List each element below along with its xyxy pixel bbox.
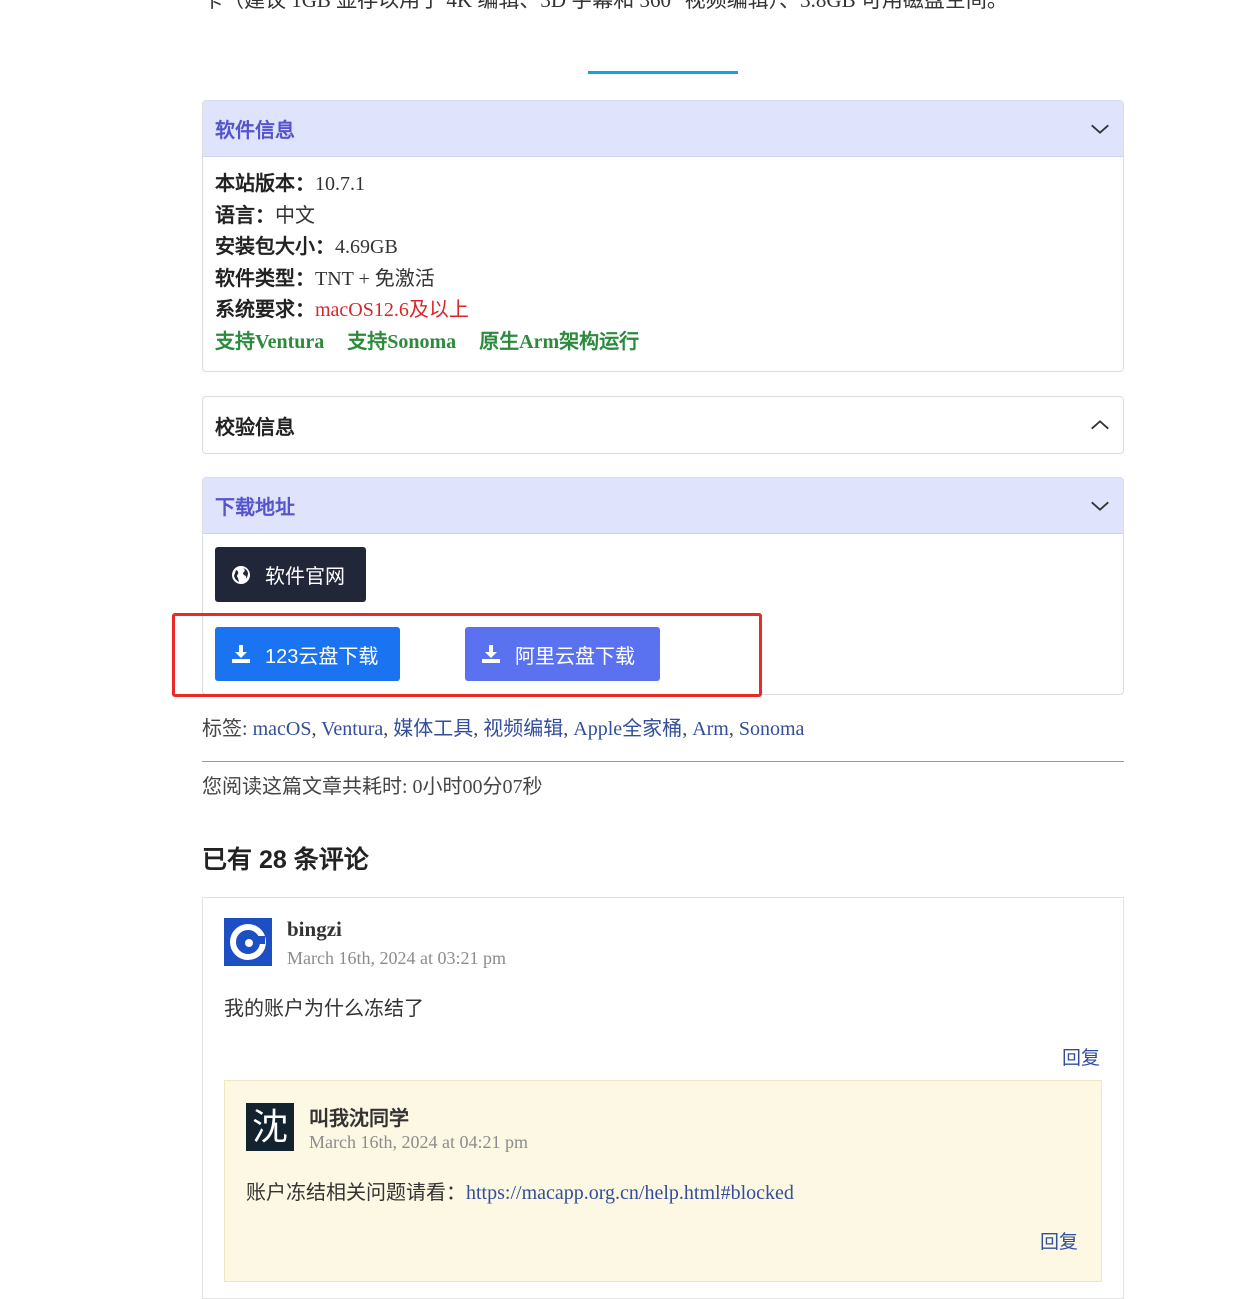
comments-title: 已有 28 条评论	[202, 846, 369, 874]
software-info-header[interactable]: 软件信息	[203, 101, 1123, 157]
globe-icon	[232, 565, 250, 584]
comment-text: 我的账户为什么冻结了	[224, 998, 424, 1020]
section-divider	[588, 71, 738, 74]
tag-link[interactable]: 视频编辑	[483, 718, 563, 740]
official-site-button[interactable]: 软件官网	[215, 547, 366, 602]
features-row: 支持Ventura 支持Sonoma 原生Arm架构运行	[215, 327, 1111, 359]
requirement-row: 系统要求：macOS12.6及以上	[215, 299, 469, 321]
size-row: 安装包大小：4.69GB	[215, 236, 398, 258]
comment-date: March 16th, 2024 at 04:21 pm	[309, 1132, 528, 1152]
type-row: 软件类型：TNT + 免激活	[215, 267, 435, 290]
tag-link[interactable]: Arm	[692, 718, 729, 740]
checksum-header[interactable]: 校验信息	[203, 397, 1123, 453]
tag-link[interactable]: Sonoma	[739, 718, 805, 740]
feature-arm: 原生Arm架构运行	[479, 330, 640, 353]
feature-sonoma: 支持Sonoma	[347, 330, 457, 353]
software-info-title: 软件信息	[215, 120, 295, 142]
tag-link[interactable]: Ventura	[321, 718, 383, 740]
tag-link[interactable]: Apple全家桶	[573, 718, 682, 740]
download-title: 下载地址	[215, 497, 295, 519]
language-row: 语言：中文	[215, 204, 315, 227]
chevron-down-icon	[1091, 124, 1109, 134]
avatar[interactable]	[224, 918, 272, 966]
comment-text: 账户冻结相关问题请看：https://macapp.org.cn/help.ht…	[246, 1182, 794, 1204]
intro-text: 卡（建议 1GB 显存以用于 4K 编辑、3D 字幕和 360° 视频编辑）、3…	[202, 0, 1008, 12]
reply-link[interactable]: 回复	[1040, 1227, 1078, 1254]
tag-link[interactable]: 媒体工具	[393, 718, 473, 740]
help-link[interactable]: https://macapp.org.cn/help.html#blocked	[466, 1182, 794, 1204]
download-header[interactable]: 下载地址	[203, 478, 1123, 534]
comment-author[interactable]: 叫我沈同学	[309, 1102, 409, 1131]
avatar[interactable]: 沈	[246, 1103, 294, 1151]
comment-date: March 16th, 2024 at 03:21 pm	[287, 948, 506, 968]
read-time: 您阅读这篇文章共耗时: 0小时00分07秒	[202, 776, 543, 798]
highlight-annotation-box	[172, 613, 762, 697]
tags-line: 标签: macOS, Ventura, 媒体工具, 视频编辑, Apple全家桶…	[202, 718, 805, 740]
chevron-down-icon	[1091, 501, 1109, 511]
software-info-body: 本站版本：10.7.1 语言：中文 安装包大小：4.69GB 软件类型：TNT …	[203, 157, 1123, 370]
software-info-panel: 软件信息 本站版本：10.7.1 语言：中文 安装包大小：4.69GB 软件类型…	[202, 100, 1124, 372]
horizontal-divider	[202, 761, 1124, 762]
version-row: 本站版本：10.7.1	[215, 173, 365, 195]
reply-link[interactable]: 回复	[1062, 1043, 1100, 1070]
checksum-title: 校验信息	[215, 416, 295, 439]
checksum-panel: 校验信息	[202, 396, 1124, 454]
tag-link[interactable]: macOS	[253, 718, 312, 740]
comment-author[interactable]: bingzi	[287, 917, 342, 942]
chevron-up-icon	[1091, 420, 1109, 430]
feature-ventura: 支持Ventura	[215, 330, 325, 353]
